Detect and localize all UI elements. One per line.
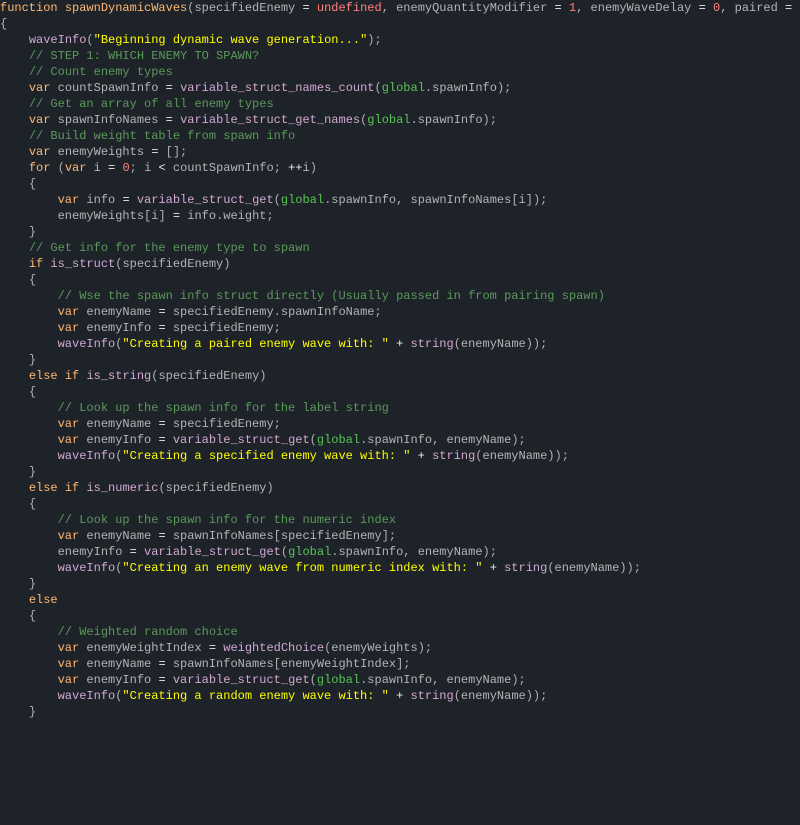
code-line: }: [0, 464, 800, 480]
code-line: waveInfo("Creating a specified enemy wav…: [0, 448, 800, 464]
code-line: function spawnDynamicWaves(specifiedEnem…: [0, 0, 800, 16]
code-line: {: [0, 608, 800, 624]
code-line: else if is_numeric(specifiedEnemy): [0, 480, 800, 496]
code-line: {: [0, 384, 800, 400]
code-line: {: [0, 272, 800, 288]
code-line: waveInfo("Creating an enemy wave from nu…: [0, 560, 800, 576]
code-line: // Count enemy types: [0, 64, 800, 80]
code-line: for (var i = 0; i < countSpawnInfo; ++i): [0, 160, 800, 176]
code-line: waveInfo("Creating a paired enemy wave w…: [0, 336, 800, 352]
code-line: else: [0, 592, 800, 608]
code-line: var enemyName = spawnInfoNames[enemyWeig…: [0, 656, 800, 672]
code-line: {: [0, 496, 800, 512]
code-line: // Look up the spawn info for the label …: [0, 400, 800, 416]
code-line: {: [0, 176, 800, 192]
code-line: }: [0, 704, 800, 720]
code-line: {: [0, 16, 800, 32]
code-line: enemyWeights[i] = info.weight;: [0, 208, 800, 224]
code-line: var enemyWeightIndex = weightedChoice(en…: [0, 640, 800, 656]
code-line: var enemyInfo = specifiedEnemy;: [0, 320, 800, 336]
code-line: // Look up the spawn info for the numeri…: [0, 512, 800, 528]
code-line: // Get info for the enemy type to spawn: [0, 240, 800, 256]
code-line: var enemyInfo = variable_struct_get(glob…: [0, 672, 800, 688]
code-line: if is_struct(specifiedEnemy): [0, 256, 800, 272]
code-line: // Weighted random choice: [0, 624, 800, 640]
code-line: waveInfo("Beginning dynamic wave generat…: [0, 32, 800, 48]
code-line: var enemyName = spawnInfoNames[specified…: [0, 528, 800, 544]
code-line: var enemyName = specifiedEnemy;: [0, 416, 800, 432]
code-line: var enemyInfo = variable_struct_get(glob…: [0, 432, 800, 448]
code-line: // Wse the spawn info struct directly (U…: [0, 288, 800, 304]
code-line: var enemyName = specifiedEnemy.spawnInfo…: [0, 304, 800, 320]
code-block: function spawnDynamicWaves(specifiedEnem…: [0, 0, 800, 720]
code-line: enemyInfo = variable_struct_get(global.s…: [0, 544, 800, 560]
code-line: var spawnInfoNames = variable_struct_get…: [0, 112, 800, 128]
code-line: // Get an array of all enemy types: [0, 96, 800, 112]
code-line: waveInfo("Creating a random enemy wave w…: [0, 688, 800, 704]
code-line: else if is_string(specifiedEnemy): [0, 368, 800, 384]
code-editor: function spawnDynamicWaves(specifiedEnem…: [0, 0, 800, 720]
code-line: // STEP 1: WHICH ENEMY TO SPAWN?: [0, 48, 800, 64]
code-line: }: [0, 224, 800, 240]
code-line: }: [0, 576, 800, 592]
code-line: var countSpawnInfo = variable_struct_nam…: [0, 80, 800, 96]
code-line: }: [0, 352, 800, 368]
code-line: var info = variable_struct_get(global.sp…: [0, 192, 800, 208]
code-line: var enemyWeights = [];: [0, 144, 800, 160]
code-line: // Build weight table from spawn info: [0, 128, 800, 144]
